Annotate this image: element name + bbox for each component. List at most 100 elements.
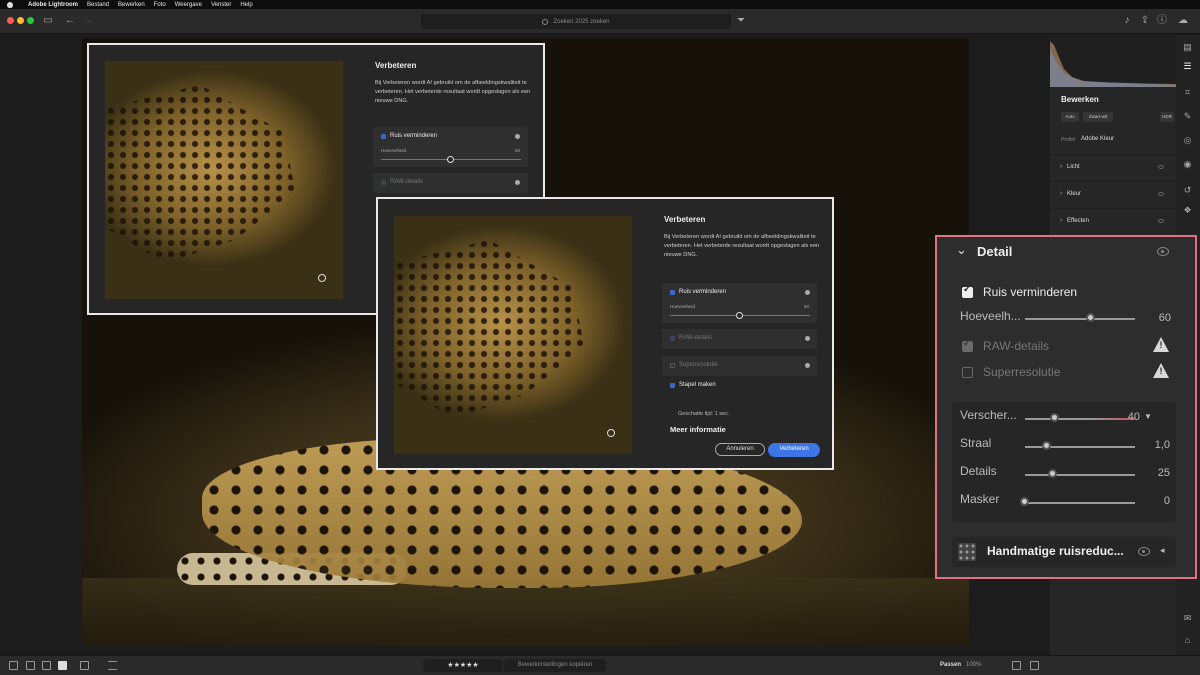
comment-icon[interactable]: ✉ bbox=[1182, 613, 1193, 624]
amount-slider-knob[interactable] bbox=[736, 312, 743, 319]
menu-bewerken[interactable]: Bewerken bbox=[118, 2, 145, 8]
super-resolution-label: Superresolutie bbox=[983, 365, 1061, 379]
section-kleur[interactable]: › Kleur bbox=[1050, 181, 1176, 207]
detail-panel-zoom: ⌄ Detail Ruis verminderen Hoeveelh... 60… bbox=[935, 235, 1197, 579]
amount-slider-track[interactable] bbox=[1025, 318, 1135, 320]
section-effecten[interactable]: › Effecten bbox=[1050, 208, 1176, 234]
info-icon[interactable] bbox=[515, 134, 520, 139]
dropdown-arrow-icon[interactable]: ▼ bbox=[1144, 412, 1152, 421]
chevron-down-icon[interactable]: ⌄ bbox=[956, 242, 967, 258]
grid-view-icon[interactable] bbox=[9, 661, 18, 670]
raw-checkbox[interactable] bbox=[670, 336, 675, 341]
tool-history-icon[interactable]: ↺ bbox=[1182, 185, 1193, 196]
sort-icon[interactable] bbox=[108, 661, 117, 670]
detail-view-icon[interactable] bbox=[42, 661, 51, 670]
eye-icon[interactable] bbox=[1157, 247, 1169, 256]
enhance-button[interactable]: Verbeteren bbox=[768, 443, 820, 457]
amount-slider-knob[interactable] bbox=[447, 156, 454, 163]
tool-redeye-icon[interactable]: ◉ bbox=[1182, 159, 1193, 170]
noise-reduction-label: Ruis verminderen bbox=[983, 285, 1078, 299]
compare-icon[interactable] bbox=[1012, 661, 1021, 670]
tool-crop-icon[interactable]: ⌗ bbox=[1182, 87, 1193, 98]
super-checkbox[interactable] bbox=[670, 363, 675, 368]
share-icon[interactable]: ⇪ bbox=[1139, 15, 1151, 27]
tag-icon[interactable]: ⌂ bbox=[1182, 635, 1193, 646]
tool-presets-icon[interactable]: ❖ bbox=[1182, 205, 1193, 216]
left-gutter bbox=[0, 35, 82, 655]
copy-settings-button[interactable]: Bewerkinstellingen kopiëren bbox=[504, 659, 606, 672]
profile-select[interactable]: Adobe Kleur bbox=[1081, 136, 1114, 142]
noise-reduction-checkbox[interactable] bbox=[962, 284, 973, 298]
menu-bestand[interactable]: Bestand bbox=[87, 2, 109, 8]
eye-icon[interactable] bbox=[1158, 165, 1164, 169]
masking-track[interactable] bbox=[1025, 502, 1135, 504]
zoom-icon[interactable] bbox=[318, 274, 326, 282]
info-icon[interactable] bbox=[805, 290, 810, 295]
radius-knob[interactable] bbox=[1042, 441, 1051, 450]
super-resolution-checkbox[interactable] bbox=[962, 367, 973, 378]
close-window-button[interactable] bbox=[7, 17, 14, 24]
sharpen-amount-value: 40 bbox=[1127, 411, 1140, 423]
zoom-icon[interactable] bbox=[607, 429, 615, 437]
manual-noise-reduction-row[interactable]: Handmatige ruisreduc... ◂ bbox=[952, 537, 1176, 567]
eye-icon[interactable] bbox=[1158, 219, 1164, 223]
enhance-title: Verbeteren bbox=[375, 61, 417, 70]
profile-label: Profiel bbox=[1061, 137, 1076, 143]
amount-slider-knob[interactable] bbox=[1086, 313, 1095, 322]
masking-label: Masker bbox=[960, 492, 1000, 506]
tool-heal-icon[interactable]: ✎ bbox=[1182, 111, 1193, 122]
forward-arrow-icon[interactable]: → bbox=[82, 15, 94, 27]
fit-label[interactable]: Passen bbox=[940, 662, 961, 668]
noise-checkbox[interactable] bbox=[381, 134, 386, 139]
stack-checkbox[interactable] bbox=[670, 383, 675, 388]
auto-button[interactable]: Auto bbox=[1061, 112, 1079, 122]
more-info-link[interactable]: Meer informatie bbox=[670, 425, 726, 434]
before-after-icon[interactable] bbox=[1030, 661, 1039, 670]
menu-help[interactable]: Help bbox=[240, 2, 252, 8]
cancel-button[interactable]: Annuleren bbox=[715, 443, 765, 456]
amount-label: Hoeveelheid bbox=[670, 304, 696, 309]
app-name-menu[interactable]: Adobe Lightroom bbox=[28, 2, 78, 8]
slideshow-icon[interactable] bbox=[80, 661, 89, 670]
star-rating[interactable]: ★★★★★ bbox=[423, 659, 503, 672]
back-arrow-icon[interactable]: ← bbox=[64, 15, 76, 27]
info-icon[interactable] bbox=[805, 363, 810, 368]
apple-icon[interactable] bbox=[7, 1, 13, 8]
info-icon[interactable] bbox=[805, 336, 810, 341]
zoom-value[interactable]: 100% bbox=[966, 662, 981, 668]
edit-panel-title: Bewerken bbox=[1061, 95, 1099, 104]
info-icon[interactable] bbox=[515, 180, 520, 185]
cloud-icon[interactable]: ☁ bbox=[1177, 15, 1189, 27]
details-knob[interactable] bbox=[1047, 469, 1057, 478]
filter-icon[interactable]: ⏷ bbox=[735, 15, 747, 27]
raw-details-checkbox[interactable] bbox=[962, 338, 973, 352]
minimize-window-button[interactable] bbox=[17, 17, 24, 24]
noise-checkbox[interactable] bbox=[670, 290, 675, 295]
square-grid-icon[interactable] bbox=[26, 661, 35, 670]
bottom-bar: ★★★★★ Bewerkinstellingen kopiëren Passen… bbox=[0, 655, 1200, 675]
menu-weergave[interactable]: Weergave bbox=[175, 2, 202, 8]
bw-button[interactable]: Zwart-wit bbox=[1083, 112, 1113, 122]
tool-edit-icon[interactable]: ▤ bbox=[1182, 42, 1193, 53]
masking-knob[interactable] bbox=[1020, 497, 1029, 506]
menu-venster[interactable]: Venster bbox=[211, 2, 231, 8]
menu-foto[interactable]: Foto bbox=[154, 2, 166, 8]
eye-icon[interactable] bbox=[1158, 192, 1164, 196]
bell-icon[interactable]: ♪ bbox=[1121, 15, 1133, 27]
section-licht[interactable]: › Licht bbox=[1050, 154, 1176, 180]
hdr-button[interactable]: HDR bbox=[1160, 112, 1174, 122]
search-input[interactable]: Zoeken 2025 zoeken bbox=[421, 14, 731, 29]
details-track[interactable] bbox=[1025, 474, 1135, 476]
eye-icon[interactable] bbox=[1138, 547, 1150, 556]
sharpen-amount-knob[interactable] bbox=[1049, 413, 1059, 422]
raw-checkbox[interactable] bbox=[381, 180, 386, 185]
tool-sliders-icon[interactable]: ☰ bbox=[1182, 61, 1193, 72]
noise-option: Ruis verminderen Hoeveelheid 50 bbox=[662, 283, 817, 323]
tool-mask-icon[interactable]: ◎ bbox=[1182, 135, 1193, 146]
single-view-icon[interactable] bbox=[58, 661, 67, 670]
sidebar-toggle-icon[interactable]: ▭ bbox=[42, 15, 54, 27]
chevron-left-icon[interactable]: ◂ bbox=[1160, 545, 1165, 556]
search-icon bbox=[542, 18, 549, 25]
help-icon[interactable]: ⓘ bbox=[1156, 15, 1168, 27]
zoom-window-button[interactable] bbox=[27, 17, 34, 24]
